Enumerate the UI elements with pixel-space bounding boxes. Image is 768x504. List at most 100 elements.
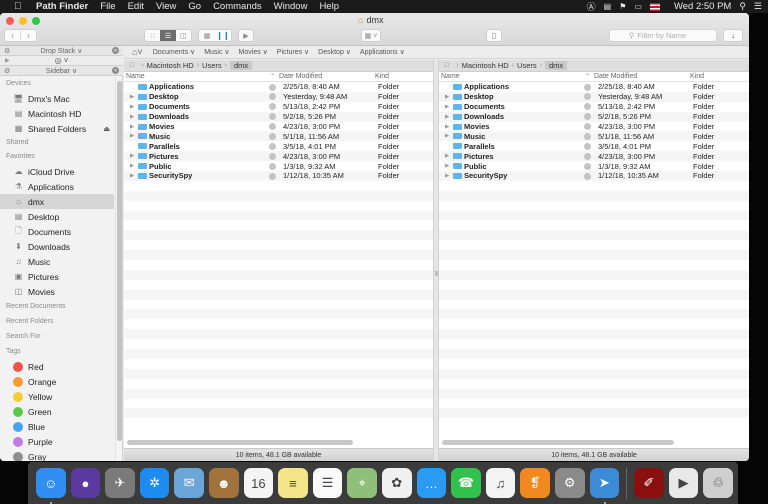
file-row[interactable]: ▶ Movies 4/23/18, 3:00 PM Folder [124,122,433,132]
sidebar-item-music[interactable]: ♫ Music [0,254,114,269]
file-row[interactable]: ▶ Desktop Yesterday, 9:48 AM Folder [124,91,433,102]
disclosure-triangle-icon[interactable]: ▶ [445,173,449,179]
info-dot-icon[interactable] [269,132,276,140]
sidebar-tag-orange[interactable]: Orange [0,374,114,389]
minimize-window-button[interactable] [19,17,27,25]
file-row[interactable]: ▶ Public 1/3/18, 9:32 AM Folder [439,161,749,171]
sidebar-title[interactable]: Sidebar ∨ [0,67,123,75]
file-row[interactable]: Applications 2/25/18, 8:40 AM Folder [439,82,749,92]
info-dot-icon[interactable] [584,113,591,121]
disclosure-triangle-icon[interactable]: ▶ [130,173,134,179]
sidebar-tag-green[interactable]: Green [0,404,114,419]
sidebar-item-applications[interactable]: ⚗ Applications [0,179,114,194]
apple-menu-icon[interactable]:  [14,1,24,12]
menu-window[interactable]: Window [274,1,308,12]
file-row[interactable]: ▶ Downloads 5/2/18, 5:26 PM Folder [439,111,749,122]
breadcrumb-users[interactable]: Users [202,61,222,70]
home-icon[interactable]: ⌂˅ [132,47,143,57]
dock-facetime-icon[interactable]: ☎ [451,468,481,498]
sidebar-tag-purple[interactable]: Purple [0,434,114,449]
disclosure-triangle-icon[interactable]: ▶ [445,114,449,120]
notification-center-icon[interactable]: ☰ [754,1,762,12]
file-row[interactable]: ▶ SecuritySpy 1/12/18, 10:35 AM Folder [439,171,749,181]
dock-photos-icon[interactable]: ✿ [381,468,412,498]
gear-icon[interactable]: ⚙ [4,47,10,55]
disclosure-triangle-icon[interactable]: ▶ [130,163,134,169]
sidebar-item-icloud-drive[interactable]: ☁ iCloud Drive [0,164,114,179]
dock-quicktime-document-icon[interactable]: ▶ [668,468,699,498]
breadcrumb-macintosh-hd[interactable]: Macintosh HD [462,61,509,70]
sidebar-scrollbar[interactable] [115,77,122,461]
sidebar-tag-gray[interactable]: Gray [0,449,114,461]
dock-path-finder-icon[interactable]: ➤ [589,468,620,504]
dock-acrobat-reader-icon[interactable]: ✐ [634,468,664,498]
eject-icon[interactable]: ⏏ [103,125,110,133]
drop-target-icon[interactable]: ◎ ˅ [0,56,123,65]
info-dot-icon[interactable] [269,103,276,111]
column-name[interactable]: Name [126,73,145,80]
dock-trash-icon[interactable]: ♲ [703,468,733,498]
forward-button[interactable]: › [20,31,36,40]
sidebar-tag-yellow[interactable]: Yellow [0,389,114,404]
flag-icon[interactable]: ⚑ [619,2,626,11]
fav-desktop[interactable]: Desktop ∨ [318,48,351,56]
dock-safari-icon[interactable]: ✲ [139,468,170,498]
disclosure-triangle-icon[interactable]: ▶ [130,124,134,130]
info-dot-icon[interactable] [269,142,276,150]
column-view-button[interactable]: ◫ [176,30,191,41]
column-date-modified[interactable]: Date Modified [594,73,637,80]
info-dot-icon[interactable] [584,132,591,140]
file-row[interactable]: ▶ Documents 5/13/18, 2:42 PM Folder [124,102,433,112]
dock-messages-icon[interactable]: … [416,468,447,498]
file-row[interactable]: Applications 2/25/18, 8:40 AM Folder [124,82,433,92]
disclosure-triangle-icon[interactable]: ▶ [130,114,134,120]
filter-field[interactable]: ⚲ [609,29,717,42]
info-dot-icon[interactable] [269,162,276,170]
dock-reminders-icon[interactable]: ☰ [312,468,343,498]
back-button[interactable]: ‹ [5,31,20,40]
arrange-button[interactable]: ▦ ˅ [361,29,381,42]
sidebar-item-dmxs-mac[interactable]: 🖥 Dmx's Mac [0,91,114,106]
sidebar-item-shared-folders[interactable]: ▦ Shared Folders ⏏ [0,121,114,136]
dock-mail-icon[interactable]: ✉ [174,468,204,498]
menu-commands[interactable]: Commands [213,1,262,12]
dock-contacts-icon[interactable]: ☻ [208,468,239,498]
dock-siri-icon[interactable]: ● [70,468,101,498]
section-recent-folders[interactable]: Recent Folders [0,314,114,329]
sidebar-tag-blue[interactable]: Blue [0,419,114,434]
sidebar-item-desktop[interactable]: ▤ Desktop [0,209,114,224]
menu-help[interactable]: Help [319,1,339,12]
info-dot-icon[interactable] [269,113,276,121]
breadcrumb-users[interactable]: Users [517,61,537,70]
fav-movies[interactable]: Movies ∨ [239,48,268,56]
section-tags[interactable]: Tags [0,344,114,359]
zoom-window-button[interactable] [32,17,40,25]
info-dot-icon[interactable] [269,172,276,180]
menu-app-name[interactable]: Path Finder [36,1,88,12]
file-row[interactable]: ▶ Movies 4/23/18, 3:00 PM Folder [439,122,749,132]
info-dot-icon[interactable] [584,103,591,111]
apple-icon[interactable]:  [444,62,449,69]
close-panel-icon[interactable]: ✕ [112,67,119,74]
disclosure-triangle-icon[interactable]: ▶ [445,163,449,169]
close-window-button[interactable] [6,17,14,25]
icon-view-button[interactable]: ∷ [145,30,160,41]
disclosure-triangle-icon[interactable]: ▶ [130,104,134,110]
file-row[interactable]: ▶ Music 5/1/18, 11:56 AM Folder [124,131,433,142]
breadcrumb-dmx[interactable]: dmx [544,61,568,70]
disclosure-triangle-icon[interactable]: ▶ [130,153,134,159]
gear-icon[interactable]: ⚙ [4,67,10,75]
sidebar-item-dmx[interactable]: ⌂ dmx [0,194,114,209]
file-row[interactable]: ▶ Music 5/1/18, 11:56 AM Folder [439,131,749,142]
accessibility-icon[interactable]: Ⓐ [587,0,596,13]
horizontal-scrollbar[interactable] [127,440,353,445]
disclosure-triangle-icon[interactable]: ▶ [130,133,134,139]
info-dot-icon[interactable] [269,93,276,101]
sidebar-scrollbar-thumb[interactable] [117,81,122,441]
preview-button[interactable]: ▶ [238,29,254,42]
dock-system-preferences-icon[interactable]: ⚙ [554,468,585,498]
column-kind[interactable]: Kind [690,73,704,80]
downloads-button[interactable]: ↓ [723,29,743,42]
dock-itunes-icon[interactable]: ♫ [485,468,516,498]
clock[interactable]: Wed 2:50 PM [674,1,731,12]
